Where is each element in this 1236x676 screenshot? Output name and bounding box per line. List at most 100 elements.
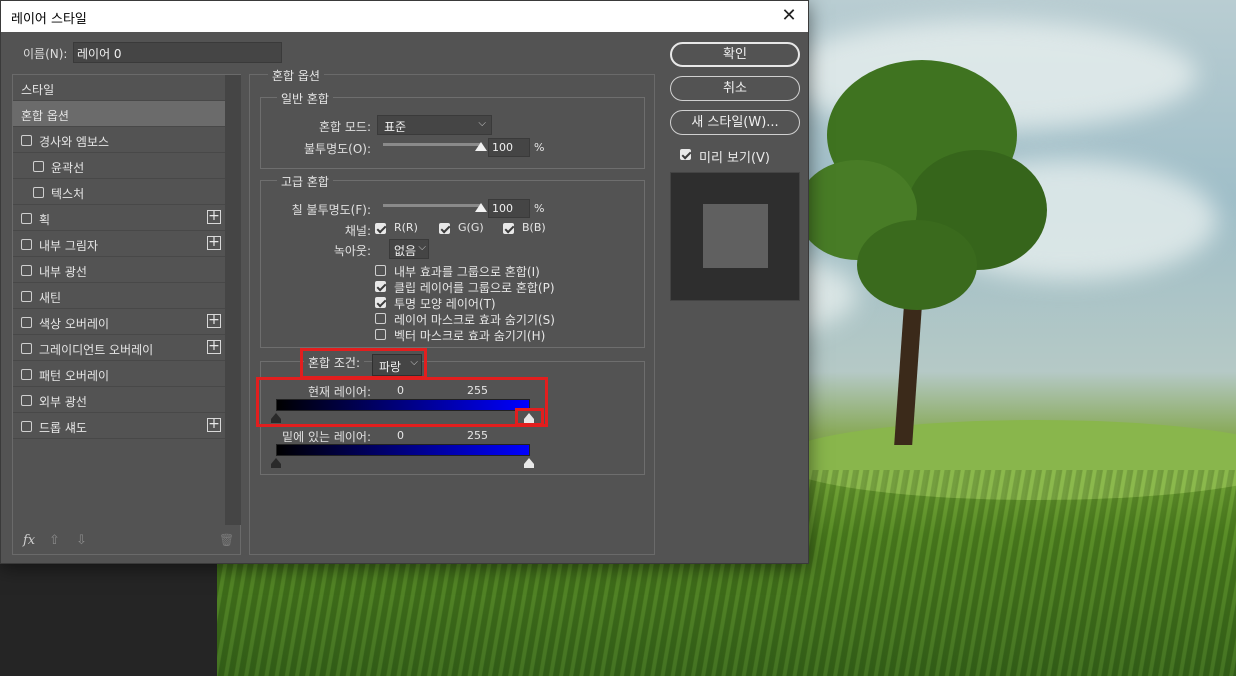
chevron-down-icon: ⌵ bbox=[478, 118, 486, 129]
style-item[interactable]: 그레이디언트 오버레이 + bbox=[13, 335, 225, 361]
general-blending-title: 일반 혼합 bbox=[277, 90, 333, 107]
style-item[interactable]: 윤곽선 bbox=[13, 153, 225, 179]
knockout-select[interactable]: 없음 ⌵ bbox=[389, 239, 429, 259]
fill-opacity-input[interactable]: 100 bbox=[488, 199, 530, 218]
underlying-layer-white-thumb[interactable] bbox=[524, 458, 534, 468]
style-item-label: 패턴 오버레이 bbox=[39, 369, 110, 383]
style-item-label: 획 bbox=[39, 213, 51, 227]
fill-opacity-slider-thumb[interactable] bbox=[475, 203, 487, 212]
advanced-option-checkbox[interactable] bbox=[375, 265, 386, 276]
advanced-option-checkbox[interactable] bbox=[375, 329, 386, 340]
channel-checkbox[interactable] bbox=[503, 223, 514, 234]
preview-label: 미리 보기(V) bbox=[699, 151, 771, 166]
style-item-checkbox[interactable] bbox=[21, 369, 32, 380]
channels-label: 채널: bbox=[344, 224, 371, 238]
advanced-option-checkbox[interactable] bbox=[375, 297, 386, 308]
chevron-down-icon: ⌵ bbox=[418, 242, 426, 253]
style-item-label: 외부 광선 bbox=[39, 395, 87, 409]
add-effect-icon[interactable]: + bbox=[207, 313, 221, 328]
preview-checkbox[interactable] bbox=[680, 149, 691, 160]
opacity-label: 불투명도(O): bbox=[303, 142, 371, 156]
style-item-checkbox[interactable] bbox=[21, 239, 32, 250]
style-item[interactable]: 색상 오버레이 + bbox=[13, 309, 225, 335]
fill-opacity-unit: % bbox=[534, 202, 545, 215]
style-item-label: 색상 오버레이 bbox=[39, 317, 110, 331]
dialog-title: 레이어 스타일 bbox=[11, 12, 87, 27]
style-item-checkbox[interactable] bbox=[33, 161, 44, 172]
style-list-footer: fx ⇧ ⇩ 🗑 bbox=[13, 530, 240, 554]
add-effect-icon[interactable]: + bbox=[207, 417, 221, 432]
style-item[interactable]: 새틴 bbox=[13, 283, 225, 309]
fx-icon[interactable]: fx bbox=[23, 533, 35, 548]
style-item[interactable]: 외부 광선 bbox=[13, 387, 225, 413]
style-item[interactable]: 내부 광선 bbox=[13, 257, 225, 283]
preview-swatch bbox=[703, 204, 768, 268]
move-up-icon[interactable]: ⇧ bbox=[49, 533, 60, 548]
opacity-slider-thumb[interactable] bbox=[475, 142, 487, 151]
close-icon[interactable]: ✕ bbox=[778, 5, 800, 27]
style-item-checkbox[interactable] bbox=[33, 187, 44, 198]
style-item-label: 윤곽선 bbox=[51, 161, 85, 175]
opacity-slider-track[interactable] bbox=[383, 143, 481, 146]
style-item[interactable]: 드롭 섀도 + bbox=[13, 413, 225, 439]
advanced-blending-group: 고급 혼합 칠 불투명도(F): 100 % 채널: R(R) G(G) B(B) … bbox=[260, 173, 645, 348]
move-down-icon[interactable]: ⇩ bbox=[76, 533, 87, 548]
layer-style-dialog: 레이어 스타일 ✕ 이름(N): 레이어 0 스타일 혼합 옵션 경사와 엠보스 윤곽… bbox=[0, 0, 809, 564]
advanced-blending-title: 고급 혼합 bbox=[277, 173, 333, 190]
blend-options-title: 혼합 옵션 bbox=[268, 67, 324, 84]
general-blending-group: 일반 혼합 혼합 모드: 표준 ⌵ 불투명도(O): 100 % bbox=[260, 90, 645, 169]
add-effect-icon[interactable]: + bbox=[207, 209, 221, 224]
style-item-label: 그레이디언트 오버레이 bbox=[39, 343, 154, 357]
add-effect-icon[interactable]: + bbox=[207, 339, 221, 354]
style-item-checkbox[interactable] bbox=[21, 343, 32, 354]
style-item-label: 내부 그림자 bbox=[39, 239, 99, 253]
knockout-label: 녹아웃: bbox=[333, 244, 371, 258]
blend-mode-label: 혼합 모드: bbox=[318, 120, 371, 134]
style-item-label: 텍스처 bbox=[51, 187, 85, 201]
blend-options-panel: 혼합 옵션 일반 혼합 혼합 모드: 표준 ⌵ 불투명도(O): 100 % 고… bbox=[249, 67, 655, 555]
channel-checkbox[interactable] bbox=[375, 223, 386, 234]
style-item-checkbox[interactable] bbox=[21, 317, 32, 328]
fill-opacity-slider-track[interactable] bbox=[383, 204, 481, 207]
style-item[interactable]: 경사와 엠보스 bbox=[13, 127, 225, 153]
style-item-checkbox[interactable] bbox=[21, 421, 32, 432]
style-item[interactable]: 패턴 오버레이 bbox=[13, 361, 225, 387]
style-item-label: 경사와 엠보스 bbox=[39, 135, 110, 149]
blend-mode-select[interactable]: 표준 ⌵ bbox=[377, 115, 492, 135]
underlying-layer-min: 0 bbox=[397, 429, 404, 442]
style-item-checkbox[interactable] bbox=[21, 395, 32, 406]
knockout-value: 없음 bbox=[394, 244, 417, 258]
opacity-unit: % bbox=[534, 141, 545, 154]
channel-label: R(R) bbox=[394, 221, 418, 234]
advanced-option-label: 투명 모양 레이어(T) bbox=[394, 297, 496, 311]
style-item[interactable]: 텍스처 bbox=[13, 179, 225, 205]
advanced-option-checkbox[interactable] bbox=[375, 313, 386, 324]
fill-opacity-label: 칠 불투명도(F): bbox=[291, 203, 371, 217]
style-item[interactable]: 스타일 bbox=[13, 75, 225, 101]
advanced-option-checkbox[interactable] bbox=[375, 281, 386, 292]
advanced-option-label: 클립 레이어를 그룹으로 혼합(P) bbox=[394, 281, 555, 295]
highlight-this-layer-slider bbox=[256, 377, 548, 427]
new-style-button[interactable]: 새 스타일(W)... bbox=[670, 110, 800, 135]
trash-icon[interactable]: 🗑 bbox=[219, 533, 234, 547]
underlying-layer-max: 255 bbox=[467, 429, 488, 442]
underlying-layer-black-thumb[interactable] bbox=[271, 458, 281, 468]
highlight-blend-if-select bbox=[300, 348, 427, 379]
style-item-checkbox[interactable] bbox=[21, 291, 32, 302]
opacity-input[interactable]: 100 bbox=[488, 138, 530, 157]
style-item-checkbox[interactable] bbox=[21, 135, 32, 146]
add-effect-icon[interactable]: + bbox=[207, 235, 221, 250]
style-item[interactable]: 획 + bbox=[13, 205, 225, 231]
style-item-checkbox[interactable] bbox=[21, 265, 32, 276]
ok-button[interactable]: 확인 bbox=[670, 42, 800, 67]
advanced-option-label: 레이어 마스크로 효과 숨기기(S) bbox=[394, 313, 555, 327]
style-item-label: 내부 광선 bbox=[39, 265, 87, 279]
style-item[interactable]: 내부 그림자 + bbox=[13, 231, 225, 257]
style-list-scrollbar[interactable] bbox=[225, 75, 241, 525]
style-item-checkbox[interactable] bbox=[21, 213, 32, 224]
layer-name-label: 이름(N): bbox=[23, 47, 68, 61]
style-item[interactable]: 혼합 옵션 bbox=[13, 101, 225, 127]
layer-name-input[interactable]: 레이어 0 bbox=[73, 42, 282, 63]
channel-checkbox[interactable] bbox=[439, 223, 450, 234]
cancel-button[interactable]: 취소 bbox=[670, 76, 800, 101]
